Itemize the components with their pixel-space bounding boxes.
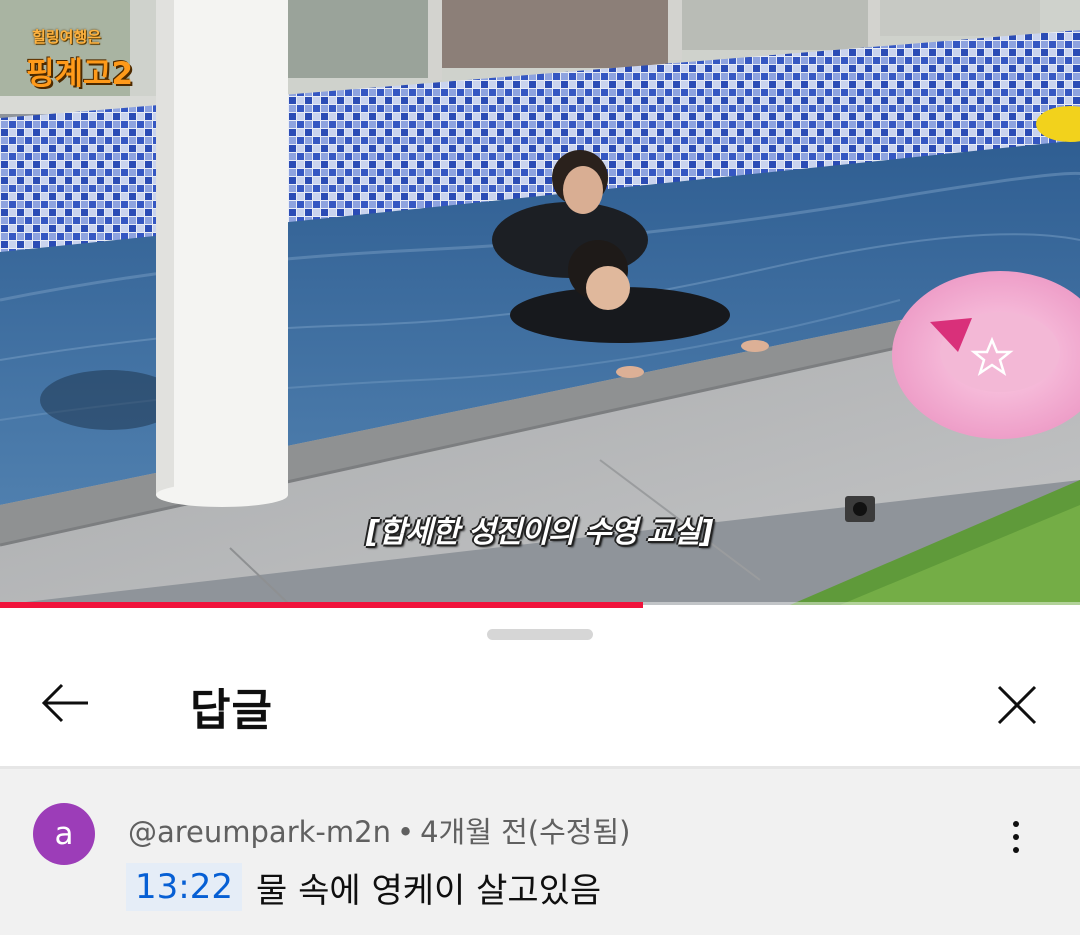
channel-logo-title: 핑계고2 <box>26 56 134 92</box>
replies-sheet: 답글 a @areumpark-m2n • 4개월 전(수정됨) 13:22 물 속… <box>0 608 1080 935</box>
comment-text: 물 속에 영케이 살고있음 <box>255 870 602 911</box>
meta-separator: • <box>396 815 415 849</box>
timestamp-link[interactable]: 13:22 <box>126 863 242 911</box>
comment-item: a @areumpark-m2n • 4개월 전(수정됨) 13:22 물 속에 영… <box>0 769 1080 935</box>
arrow-left-icon <box>41 683 88 723</box>
more-vertical-icon <box>1013 847 1019 853</box>
more-options-button[interactable] <box>998 817 1034 857</box>
comment-meta: @areumpark-m2n • 4개월 전(수정됨) <box>128 809 630 851</box>
comment-body: 13:22 물 속에 영케이 살고있음 <box>126 861 601 913</box>
more-vertical-icon <box>1013 821 1019 827</box>
video-subtitle-caption: [합세한 성진이의 수영 교실] <box>366 515 713 550</box>
sheet-drag-handle[interactable] <box>487 629 593 640</box>
avatar[interactable]: a <box>33 803 95 865</box>
video-player[interactable]: 힐링여행은 핑계고2 [합세한 성진이의 수영 교실] <box>0 0 1080 605</box>
channel-logo: 힐링여행은 핑계고2 <box>22 22 134 92</box>
comment-author[interactable]: @areumpark-m2n <box>128 815 391 849</box>
close-button[interactable] <box>990 678 1044 732</box>
close-icon <box>997 685 1037 725</box>
channel-logo-subtitle: 힐링여행은 <box>32 28 102 46</box>
more-vertical-icon <box>1013 834 1019 840</box>
comment-time: 4개월 전(수정됨) <box>420 815 631 849</box>
back-button[interactable] <box>36 678 94 728</box>
sheet-title: 답글 <box>190 685 273 736</box>
